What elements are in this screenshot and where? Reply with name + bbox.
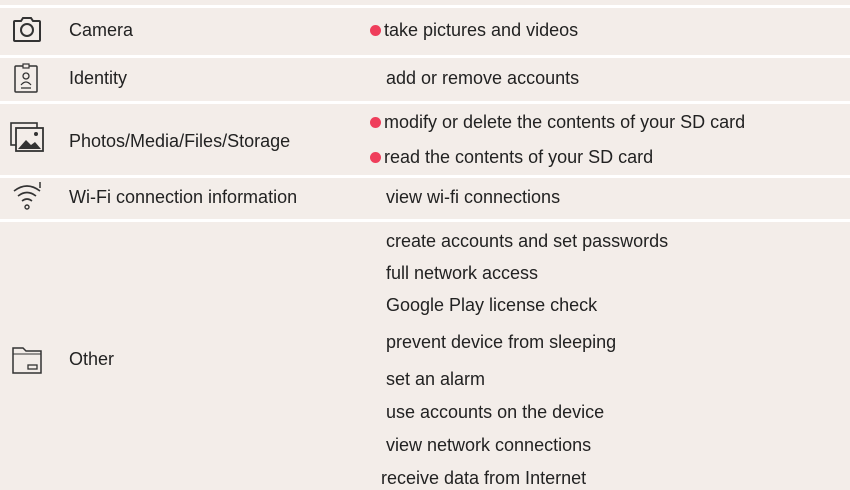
dangerous-permission-dot [370,152,381,163]
group-label-storage: Photos/Media/Files/Storage [69,131,291,151]
photos-media-icon [9,120,45,156]
row-divider [0,175,850,178]
permission-item: take pictures and videos [384,20,579,40]
dangerous-permission-dot [370,117,381,128]
permission-item: view wi-fi connections [386,187,561,207]
permission-item: view network connections [386,435,592,455]
permission-item: read the contents of your SD card [384,147,654,167]
row-divider [0,55,850,58]
permission-item: use accounts on the device [386,402,605,422]
permission-item: set an alarm [386,369,486,389]
permission-item: receive data from Internet [381,468,587,488]
permission-item: Google Play license check [386,295,598,315]
row-divider [0,5,850,8]
permission-item: prevent device from sleeping [386,332,617,352]
row-divider [0,219,850,222]
group-label-camera: Camera [69,20,134,40]
camera-icon [9,12,45,48]
group-label-other: Other [69,349,115,369]
group-label-identity: Identity [69,68,128,88]
permission-item: add or remove accounts [386,68,580,88]
identity-badge-icon [9,61,45,97]
wifi-info-icon [9,178,45,214]
permission-item: create accounts and set passwords [386,231,669,251]
dangerous-permission-dot [370,25,381,36]
permission-item: full network access [386,263,539,283]
group-label-wifi: Wi-Fi connection information [69,187,298,207]
folder-icon [9,341,45,377]
permissions-list: Camera take pictures and videos Identity… [0,0,850,490]
permission-item: modify or delete the contents of your SD… [384,112,746,132]
row-divider [0,101,850,104]
